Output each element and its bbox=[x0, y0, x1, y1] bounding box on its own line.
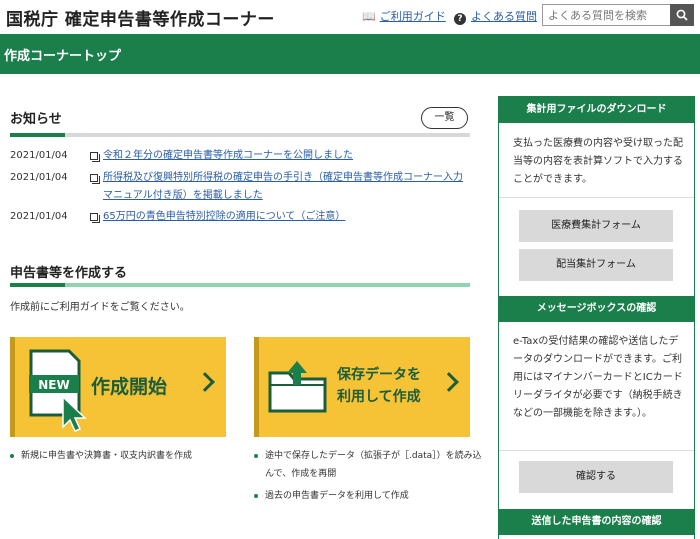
chevron-right-icon bbox=[195, 372, 215, 392]
page-title: 作成コーナートップ bbox=[4, 49, 122, 64]
guide-link-label: ご利用ガイド bbox=[379, 10, 446, 23]
news-link[interactable]: 65万円の青色申告特別控除の適用について（ご注意） bbox=[103, 208, 463, 226]
news-divider bbox=[10, 133, 470, 137]
search-button[interactable] bbox=[670, 4, 694, 26]
bullet-item: 新規に申告書や決算書・収支内訳書を作成 bbox=[10, 447, 240, 465]
create-heading: 申告書等を作成する bbox=[10, 266, 128, 281]
download-heading: 集計用ファイルのダウンロード bbox=[498, 97, 695, 123]
new-document-icon: NEW bbox=[29, 349, 87, 432]
chevron-right-icon bbox=[439, 372, 459, 392]
news-link[interactable]: 令和２年分の確定申告書等作成コーナーを公開しました bbox=[103, 147, 463, 165]
use-saved-label: 保存データを 利用して作成 bbox=[337, 364, 421, 408]
use-saved-label-line1: 保存データを bbox=[337, 367, 421, 383]
header: 国税庁 確定申告書等作成コーナー 📖 ご利用ガイド ? よくある質問 bbox=[0, 0, 700, 34]
news-heading: お知らせ bbox=[10, 112, 62, 127]
divider bbox=[499, 197, 694, 198]
message-box-heading: メッセージボックスの確認 bbox=[498, 296, 695, 322]
bullet-item: 途中で保存したデータ（拡張子が［.data］）を読み込んで、作成を再開 bbox=[254, 447, 484, 483]
dividend-form-button[interactable]: 配当集計フォーム bbox=[519, 249, 673, 281]
book-icon: 📖 bbox=[362, 10, 376, 23]
download-text: 支払った医療費の内容や受け取った配当等の内容を表計算ソフトで入力することができま… bbox=[513, 138, 683, 185]
bullet-item: 過去の申告書データを利用して作成 bbox=[254, 487, 484, 505]
folder-upload-icon bbox=[268, 361, 327, 413]
start-new-button[interactable]: NEW 作成開始 bbox=[10, 337, 226, 437]
news-list-button[interactable]: 一覧 bbox=[421, 107, 468, 129]
news-date: 2021/01/04 bbox=[10, 211, 68, 222]
divider bbox=[499, 450, 694, 451]
window-icon bbox=[90, 174, 100, 184]
medical-form-button[interactable]: 医療費集計フォーム bbox=[519, 210, 673, 242]
window-icon bbox=[90, 152, 100, 162]
use-saved-data-button[interactable]: 保存データを 利用して作成 bbox=[254, 337, 470, 437]
news-date: 2021/01/04 bbox=[10, 172, 68, 183]
news-link[interactable]: 所得税及び復興特別所得税の確定申告の手引き（確定申告書等作成コーナー入力マニュア… bbox=[103, 169, 463, 205]
side-panel: 集計用ファイルのダウンロード 支払った医療費の内容や受け取った配当等の内容を表計… bbox=[498, 96, 695, 539]
new-badge: NEW bbox=[38, 378, 69, 392]
intro-text: 作成前にご利用ガイドをご覧ください。 bbox=[10, 302, 190, 313]
use-saved-label-line2: 利用して作成 bbox=[337, 389, 421, 405]
faq-link[interactable]: ? よくある質問 bbox=[454, 8, 537, 25]
search-box bbox=[542, 4, 694, 26]
faq-link-label: よくある質問 bbox=[471, 10, 537, 23]
news-date: 2021/01/04 bbox=[10, 150, 68, 161]
window-icon bbox=[90, 213, 100, 223]
new-bullets: 新規に申告書や決算書・収支内訳書を作成 bbox=[10, 447, 240, 465]
site-title[interactable]: 国税庁 確定申告書等作成コーナー bbox=[6, 5, 275, 30]
question-icon: ? bbox=[454, 13, 466, 25]
guide-link[interactable]: 📖 ご利用ガイド bbox=[362, 8, 446, 24]
saved-bullets: 途中で保存したデータ（拡張子が［.data］）を読み込んで、作成を再開 過去の申… bbox=[254, 447, 484, 505]
search-input[interactable] bbox=[543, 5, 671, 25]
confirm-button[interactable]: 確認する bbox=[519, 461, 673, 493]
start-new-label: 作成開始 bbox=[91, 376, 168, 398]
sent-return-heading: 送信した申告書の内容の確認 bbox=[498, 509, 695, 535]
page-band: 作成コーナートップ bbox=[0, 34, 700, 74]
message-box-text: e-Taxの受付結果の確認や送信したデータのダウンロードができます。ご利用にはマ… bbox=[513, 336, 683, 419]
search-icon bbox=[676, 9, 688, 21]
create-divider bbox=[10, 283, 470, 287]
